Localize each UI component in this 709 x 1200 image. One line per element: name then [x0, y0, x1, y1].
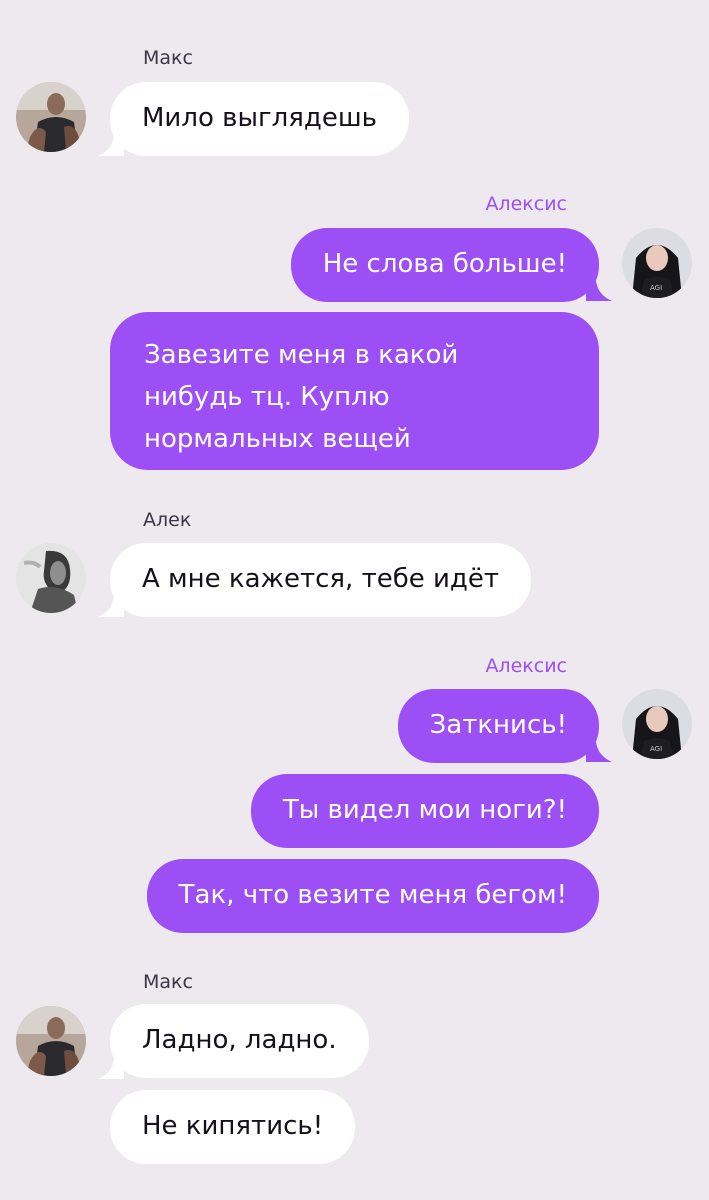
- sender-name: Макс: [143, 971, 193, 993]
- message-bubble[interactable]: Так, что везите меня бегом!: [146, 859, 599, 933]
- message-bubble[interactable]: Ты видел мои ноги?!: [250, 774, 599, 848]
- sender-name: Макс: [143, 47, 193, 69]
- sender-name: Алек: [143, 509, 192, 531]
- message-bubble[interactable]: Завезите меня в какой нибудь тц. Куплю н…: [110, 312, 599, 470]
- message-bubble[interactable]: Не кипятись!: [110, 1090, 356, 1164]
- svg-text:AGI: AGI: [650, 745, 662, 753]
- avatar-aleksis: AGI: [622, 689, 692, 759]
- sender-name: Алексис: [485, 193, 567, 215]
- message-bubble[interactable]: А мне кажется, тебе идёт: [110, 543, 532, 617]
- message-bubble[interactable]: Ладно, ладно.: [110, 1004, 369, 1078]
- sender-name: Алексис: [485, 655, 567, 677]
- svg-text:AGI: AGI: [650, 284, 662, 292]
- message-bubble[interactable]: Мило выглядешь: [110, 82, 409, 156]
- message-bubble[interactable]: Не слова больше!: [290, 228, 599, 302]
- avatar-alek: [16, 543, 86, 613]
- avatar-maks: [16, 82, 86, 152]
- message-bubble[interactable]: Заткнись!: [397, 689, 599, 763]
- avatar-maks: [16, 1006, 86, 1076]
- avatar-aleksis: AGI: [622, 228, 692, 298]
